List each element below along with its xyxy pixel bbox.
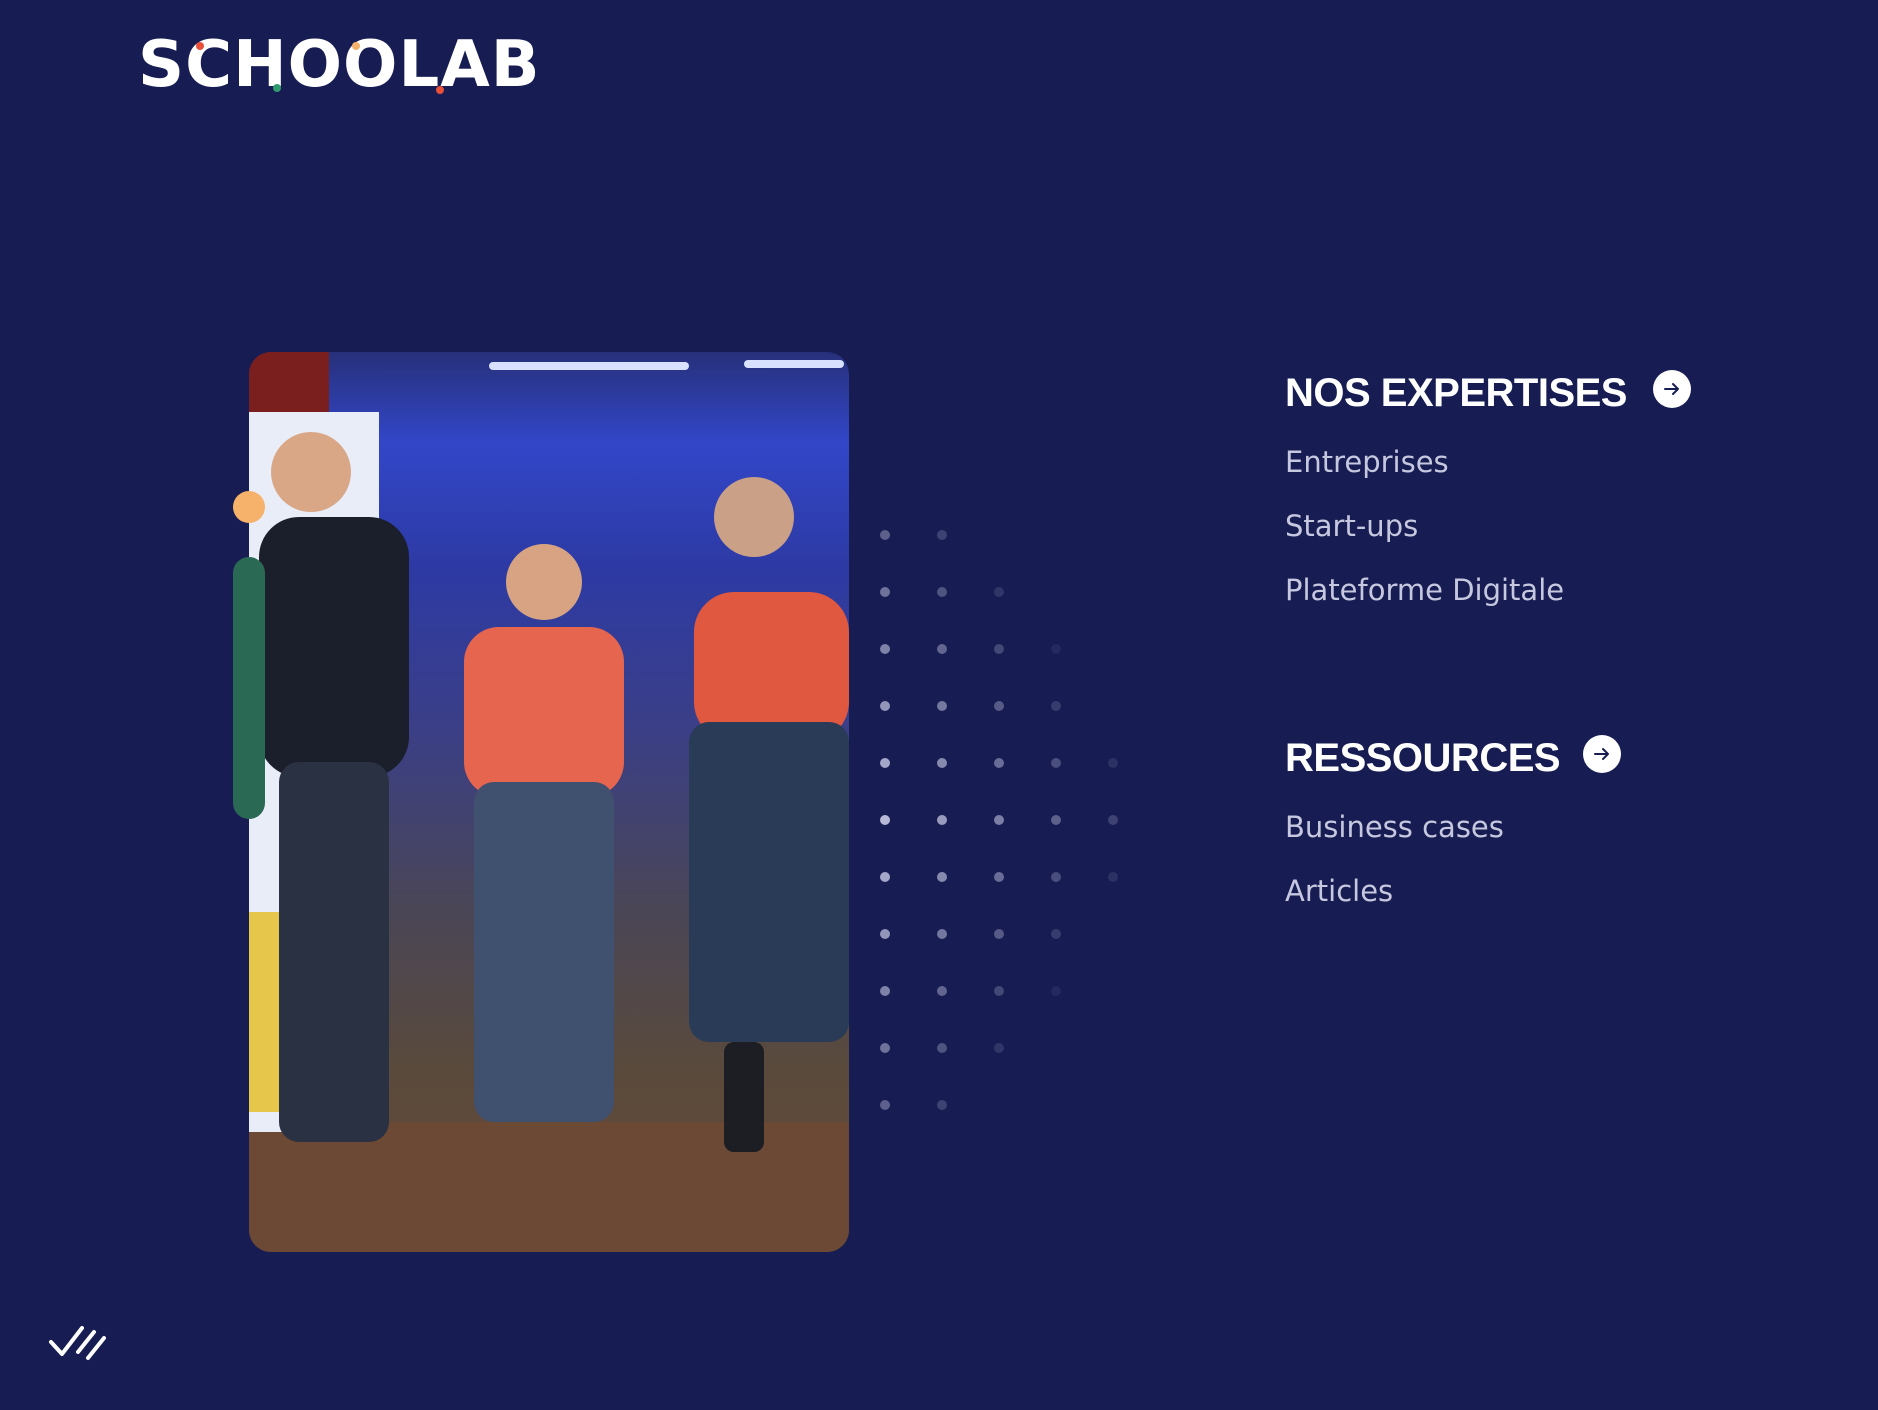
stage-light-left — [489, 362, 689, 370]
schoolab-logo[interactable]: SCHOOLAB — [138, 30, 541, 100]
green-accent-bar — [233, 557, 265, 819]
grid-dot — [1108, 758, 1118, 768]
grid-dot — [994, 815, 1004, 825]
grid-dot — [937, 587, 947, 597]
person-left-legs — [279, 762, 389, 1142]
grid-dot — [880, 701, 890, 711]
stage-illustration — [249, 352, 849, 1252]
grid-dot — [937, 1100, 947, 1110]
arrow-right-icon — [1594, 748, 1609, 760]
person-middle-head — [506, 544, 582, 620]
grid-dot — [880, 530, 890, 540]
grid-dot — [1051, 701, 1061, 711]
grid-dot — [937, 986, 947, 996]
grid-dot — [994, 872, 1004, 882]
logo-dot-red-2 — [436, 86, 444, 94]
logo-dot-orange — [352, 42, 360, 50]
link-business-cases[interactable]: Business cases — [1285, 809, 1504, 845]
grid-dot — [880, 986, 890, 996]
grid-dot — [937, 530, 947, 540]
grid-dot — [994, 587, 1004, 597]
person-right-boots — [724, 1042, 764, 1152]
ressources-arrow-button[interactable] — [1583, 735, 1621, 773]
grid-dot — [937, 872, 947, 882]
grid-dot — [1051, 758, 1061, 768]
logo-dot-red — [196, 42, 204, 50]
grid-dot — [937, 644, 947, 654]
person-left-torso — [259, 517, 409, 777]
grid-dot — [994, 758, 1004, 768]
person-right-top — [694, 592, 849, 742]
grid-dot — [1051, 644, 1061, 654]
nos-expertises-arrow-button[interactable] — [1653, 370, 1691, 408]
grid-dot — [994, 1043, 1004, 1053]
grid-dot — [994, 986, 1004, 996]
grid-dot — [1051, 986, 1061, 996]
grid-dot — [1051, 929, 1061, 939]
logo-text: SCHOOLAB — [138, 28, 541, 102]
link-plateforme-digitale[interactable]: Plateforme Digitale — [1285, 572, 1564, 608]
grid-dot — [1051, 872, 1061, 882]
grid-dot — [937, 701, 947, 711]
grid-dot — [937, 1043, 947, 1053]
orange-accent-dot — [233, 491, 265, 523]
grid-dot — [937, 929, 947, 939]
grid-dot — [880, 587, 890, 597]
link-articles[interactable]: Articles — [1285, 873, 1393, 909]
grid-dot — [937, 758, 947, 768]
grid-dot — [880, 644, 890, 654]
person-right-head — [714, 477, 794, 557]
link-entreprises[interactable]: Entreprises — [1285, 444, 1449, 480]
decorative-dot-grid — [880, 530, 1220, 1130]
check-marks-icon[interactable] — [48, 1322, 108, 1367]
grid-dot — [994, 701, 1004, 711]
grid-dot — [880, 929, 890, 939]
grid-dot — [880, 872, 890, 882]
section-title-ressources[interactable]: RESSOURCES — [1285, 735, 1561, 781]
event-photo — [249, 352, 849, 1252]
stage-light-right — [744, 360, 844, 368]
curtain — [249, 352, 329, 412]
grid-dot — [994, 644, 1004, 654]
grid-dot — [1108, 815, 1118, 825]
section-title-nos-expertises[interactable]: NOS EXPERTISES — [1285, 370, 1627, 416]
grid-dot — [937, 815, 947, 825]
grid-dot — [994, 929, 1004, 939]
grid-dot — [1108, 872, 1118, 882]
person-middle-top — [464, 627, 624, 797]
grid-dot — [880, 1043, 890, 1053]
person-right-skirt — [689, 722, 849, 1042]
grid-dot — [880, 815, 890, 825]
grid-dot — [880, 758, 890, 768]
person-middle-legs — [474, 782, 614, 1122]
link-start-ups[interactable]: Start-ups — [1285, 508, 1418, 544]
arrow-right-icon — [1664, 383, 1679, 395]
logo-dot-green — [273, 84, 281, 92]
grid-dot — [880, 1100, 890, 1110]
grid-dot — [1051, 815, 1061, 825]
person-left-head — [271, 432, 351, 512]
